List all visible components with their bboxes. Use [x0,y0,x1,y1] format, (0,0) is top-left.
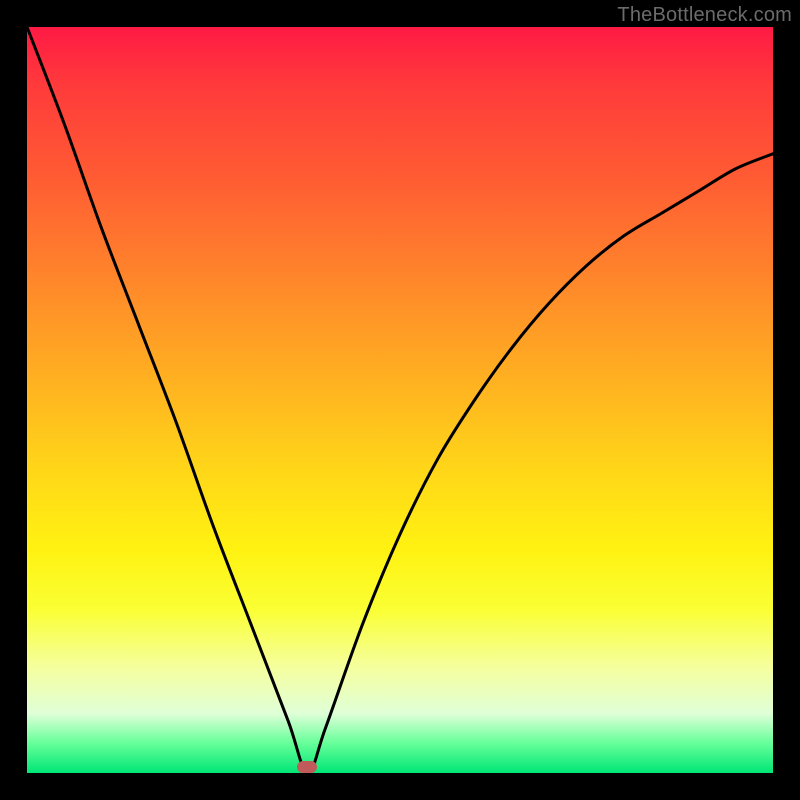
bottleneck-curve [27,27,773,773]
minimum-marker [297,761,317,773]
plot-area [27,27,773,773]
watermark-label: TheBottleneck.com [617,4,792,27]
chart-frame: TheBottleneck.com [0,0,800,800]
